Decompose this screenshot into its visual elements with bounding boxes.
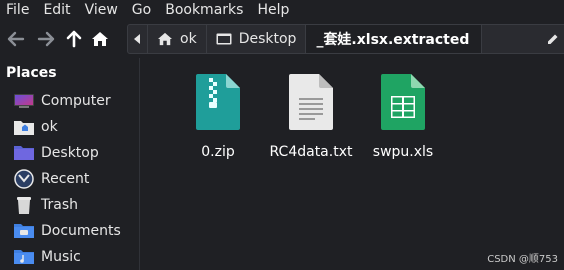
file-name: RC4data.txt [269, 144, 353, 160]
home-button[interactable] [88, 26, 112, 52]
breadcrumb-scroll-left-button[interactable] [128, 25, 148, 53]
sidebar-item-computer[interactable]: Computer [0, 88, 139, 114]
breadcrumb-label: Desktop [238, 31, 297, 47]
sidebar-item-label: ok [41, 119, 58, 135]
computer-icon [13, 91, 35, 111]
chevron-left-icon [133, 34, 140, 44]
spreadsheet-icon [377, 72, 429, 130]
home-icon [92, 32, 108, 46]
up-button[interactable] [62, 26, 86, 52]
file-item-xls[interactable]: swpu.xls [358, 72, 448, 160]
menu-help[interactable]: Help [250, 2, 296, 18]
file-name: swpu.xls [372, 144, 434, 160]
menu-file[interactable]: File [0, 2, 36, 18]
desktop-icon [216, 33, 232, 45]
breadcrumb-item-ok[interactable]: ok [148, 25, 207, 53]
menu-edit[interactable]: Edit [36, 2, 77, 18]
file-item-txt[interactable]: RC4data.txt [266, 72, 356, 160]
sidebar-item-label: Recent [41, 171, 90, 187]
recent-icon [13, 169, 35, 189]
breadcrumb: ok Desktop _套娃.xlsx.extracted [127, 24, 564, 54]
sidebar: Places Computer ok Desktop Recent Trash … [0, 58, 140, 270]
desktop-icon [13, 143, 35, 163]
breadcrumb-label: _套娃.xlsx.extracted [316, 32, 470, 48]
sidebar-item-label: Desktop [41, 145, 99, 161]
zip-archive-icon [192, 72, 244, 130]
watermark: CSDN @顺753 [487, 254, 558, 265]
documents-folder-icon [13, 221, 35, 241]
breadcrumb-spacer [482, 25, 540, 53]
menu-bar: File Edit View Go Bookmarks Help [0, 0, 564, 20]
sidebar-item-ok[interactable]: ok [0, 114, 139, 140]
file-item-zip[interactable]: 0.zip [173, 72, 263, 160]
forward-button[interactable] [34, 26, 58, 52]
sidebar-item-label: Documents [41, 223, 121, 239]
pencil-icon [548, 34, 558, 44]
text-file-icon [285, 72, 337, 130]
menu-view[interactable]: View [78, 2, 125, 18]
sidebar-heading: Places [6, 65, 57, 81]
arrow-right-icon [37, 31, 55, 47]
sidebar-item-recent[interactable]: Recent [0, 166, 139, 192]
sidebar-item-documents[interactable]: Documents [0, 218, 139, 244]
sidebar-item-label: Trash [41, 197, 78, 213]
menu-go[interactable]: Go [125, 2, 158, 18]
sidebar-item-desktop[interactable]: Desktop [0, 140, 139, 166]
arrow-left-icon [7, 31, 25, 47]
home-icon [157, 32, 173, 46]
breadcrumb-label: ok [180, 31, 197, 47]
sidebar-item-label: Computer [41, 93, 111, 109]
file-manager-window: File Edit View Go Bookmarks Help ok Desk… [0, 0, 564, 270]
trash-icon [13, 195, 35, 215]
home-folder-icon [13, 117, 35, 137]
sidebar-item-label: Music [41, 249, 81, 265]
file-name: 0.zip [201, 144, 235, 160]
back-button[interactable] [4, 26, 28, 52]
sidebar-item-music[interactable]: Music [0, 244, 139, 270]
edit-location-button[interactable] [540, 25, 564, 53]
breadcrumb-item-desktop[interactable]: Desktop [207, 25, 307, 53]
arrow-up-icon [66, 30, 82, 48]
sidebar-item-trash[interactable]: Trash [0, 192, 139, 218]
menu-bookmarks[interactable]: Bookmarks [158, 2, 250, 18]
music-folder-icon [13, 247, 35, 267]
breadcrumb-item-current[interactable]: _套娃.xlsx.extracted [306, 25, 483, 53]
file-view: 0.zip RC4data.txt swpu.xls CSDN @顺753 [141, 58, 564, 270]
